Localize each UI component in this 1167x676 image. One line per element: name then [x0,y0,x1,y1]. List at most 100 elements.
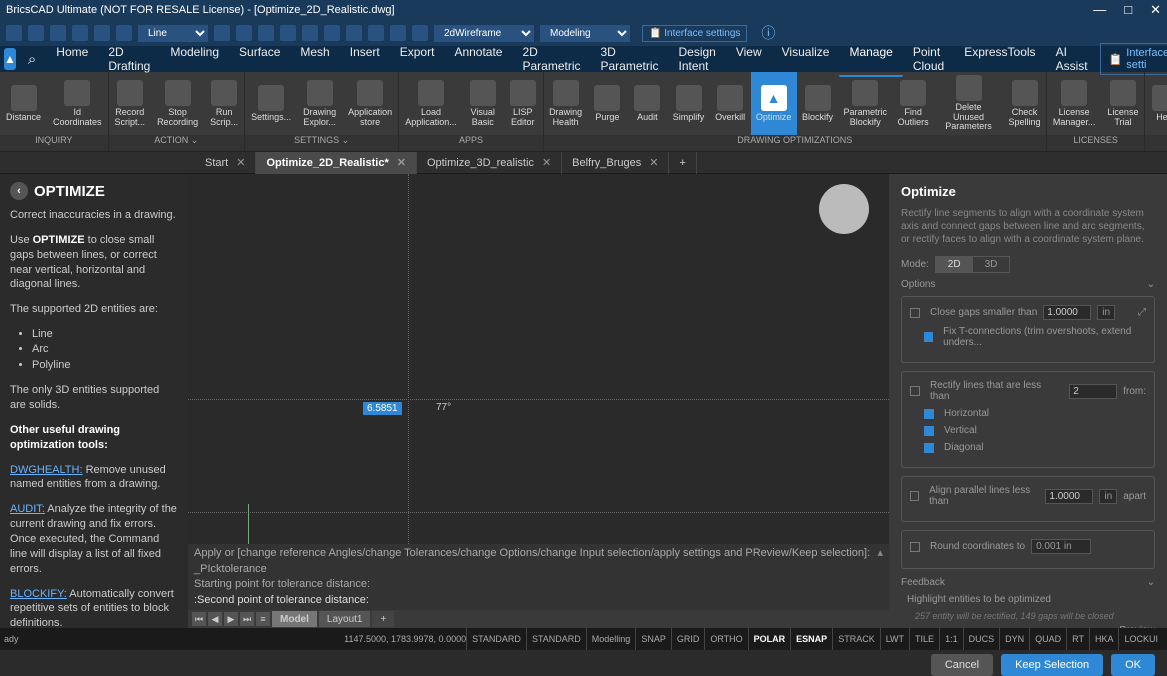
viewcube[interactable] [819,184,869,234]
print-icon[interactable] [72,25,88,41]
tab-next-icon[interactable]: ▶ [224,612,238,626]
panel-close-icon[interactable]: ✕ [168,174,179,176]
q10-icon[interactable] [412,25,428,41]
rectify-checkbox[interactable] [910,386,920,396]
ribbon-help[interactable]: Help [1145,72,1167,135]
horiz-checkbox[interactable] [924,409,934,419]
status-toggle-ortho[interactable]: ORTHO [704,628,747,650]
search-icon[interactable]: ⌕ [28,51,36,68]
status-toggle-lockui[interactable]: LOCKUI [1118,628,1163,650]
maximize-button[interactable]: □ [1124,2,1132,18]
status-toggle-rt[interactable]: RT [1066,628,1089,650]
redo-icon[interactable] [116,25,132,41]
cancel-button[interactable]: Cancel [931,654,993,676]
status-toggle-hka[interactable]: HKA [1089,628,1119,650]
ribbon-overkill[interactable]: Overkill [710,72,751,135]
status-toggle-snap[interactable]: SNAP [635,628,671,650]
visualstyle-select[interactable]: 2dWireframe [434,25,534,42]
status-toggle-strack[interactable]: STRACK [832,628,880,650]
q5-icon[interactable] [302,25,318,41]
ribbon-id[interactable]: IdCoordinates [47,72,108,135]
app-logo-icon[interactable]: ▲ [4,48,16,70]
drawing-tab[interactable]: Optimize_2D_Realistic*✕ [256,152,417,174]
tab-close-icon[interactable]: ✕ [649,156,658,169]
q4-icon[interactable] [280,25,296,41]
status-toggle-lwt[interactable]: LWT [880,628,909,650]
status-toggle-grid[interactable]: GRID [671,628,705,650]
q9-icon[interactable] [390,25,406,41]
status-toggle-dyn[interactable]: DYN [999,628,1029,650]
dwghealth-link[interactable]: DWGHEALTH: [10,464,83,476]
open-icon[interactable] [28,25,44,41]
save-icon[interactable] [50,25,66,41]
round-checkbox[interactable] [910,542,920,552]
back-button[interactable]: ‹ [10,182,28,200]
ribbon-drawing[interactable]: DrawingHealth [544,72,588,135]
align-value-input[interactable] [1045,489,1093,504]
cmd-expand-icon[interactable]: ▴ [877,546,883,561]
chevron-down-icon[interactable]: ⌄ [1147,279,1155,290]
add-layout-button[interactable]: + [372,611,394,627]
q2-icon[interactable] [236,25,252,41]
close-gaps-checkbox[interactable] [910,308,920,318]
tab-first-icon[interactable]: ⏮ [192,612,206,626]
q1-icon[interactable] [214,25,230,41]
diag-checkbox[interactable] [924,443,934,453]
tab-close-icon[interactable]: ✕ [397,156,406,169]
undo-icon[interactable] [94,25,110,41]
ribbon-license[interactable]: LicenseTrial [1101,72,1144,135]
minimize-button[interactable]: — [1093,2,1106,18]
q3-icon[interactable] [258,25,274,41]
ribbon-distance[interactable]: Distance [0,72,47,135]
drawing-canvas[interactable]: 6.5851 77° W X Apply or [change referenc… [188,174,889,628]
workspace-select[interactable]: Modeling [540,25,630,42]
layout-tab[interactable]: Layout1 [319,611,371,627]
drawing-tab[interactable]: Optimize_3D_realistic✕ [417,152,562,174]
status-toggle-quad[interactable]: QUAD [1029,628,1066,650]
q7-icon[interactable] [346,25,362,41]
q8-icon[interactable] [368,25,384,41]
mode-toggle[interactable]: 2D3D [935,256,1011,273]
tab-close-icon[interactable]: ✕ [542,156,551,169]
tconn-checkbox[interactable] [924,332,933,342]
ribbon-audit[interactable]: Audit [627,72,667,135]
ribbon-run[interactable]: RunScrip... [204,72,244,135]
help-search-icon[interactable]: ⓘ [761,23,775,43]
ribbon-load[interactable]: LoadApplication... [399,72,463,135]
ribbon-find[interactable]: FindOutliers [892,72,934,135]
chevron-down-icon[interactable]: ⌄ [1147,577,1155,588]
tab-list-icon[interactable]: ≡ [256,612,270,626]
status-toggle-polar[interactable]: POLAR [748,628,791,650]
ribbon-check[interactable]: CheckSpelling [1003,72,1046,135]
ribbon-parametric[interactable]: ParametricBlockify [838,72,892,135]
tab-prev-icon[interactable]: ◀ [208,612,222,626]
status-workspace[interactable]: Modelling [586,628,636,650]
new-tab-button[interactable]: + [669,152,696,174]
tab-last-icon[interactable]: ⏭ [240,612,254,626]
rectify-value-input[interactable] [1069,384,1117,399]
model-tab[interactable]: Model [272,611,317,627]
ribbon-license[interactable]: LicenseManager... [1047,72,1102,135]
ribbon-purge[interactable]: Purge [587,72,627,135]
ribbon-lisp[interactable]: LISPEditor [503,72,543,135]
ribbon-simplify[interactable]: Simplify [667,72,709,135]
ribbon-visual[interactable]: VisualBasic [463,72,503,135]
status-toggle-esnap[interactable]: ESNAP [790,628,832,650]
status-toggle-ducs[interactable]: DUCS [963,628,1000,650]
ribbon-optimize[interactable]: ▲Optimize [751,72,797,135]
new-icon[interactable] [6,25,22,41]
tab-close-icon[interactable]: ✕ [236,156,245,169]
ribbon-application[interactable]: Applicationstore [342,72,398,135]
blockify-link[interactable]: BLOCKIFY: [10,588,67,600]
keep-selection-button[interactable]: Keep Selection [1001,654,1103,676]
interface-settings-button[interactable]: 📋 Interface setti [1100,43,1167,75]
status-std2[interactable]: STANDARD [526,628,586,650]
align-checkbox[interactable] [910,491,919,501]
ok-button[interactable]: OK [1111,654,1155,676]
vert-checkbox[interactable] [924,426,934,436]
interface-settings-link[interactable]: 📋 Interface settings [642,25,747,42]
round-value-select[interactable]: 0.001 in [1031,539,1091,554]
ribbon-blockify[interactable]: Blockify [797,72,839,135]
close-window-button[interactable]: ✕ [1150,2,1161,18]
ribbon-settings-[interactable]: Settings... [245,72,297,135]
